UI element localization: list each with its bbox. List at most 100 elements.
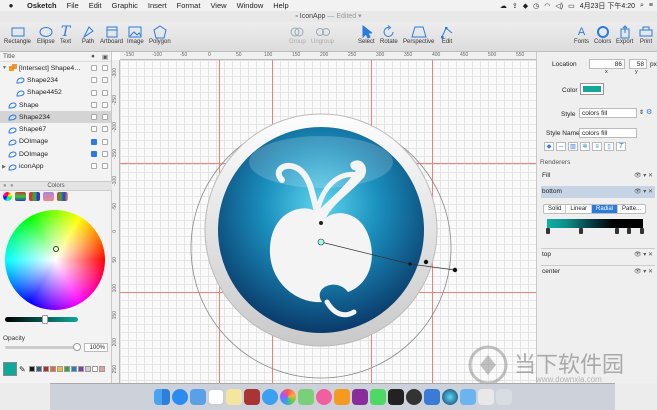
perspective-tool[interactable]: Perspective [403,24,434,45]
color-swatch[interactable] [29,366,35,372]
visibility-checkbox[interactable] [91,114,97,121]
gradient-stop[interactable] [627,228,631,234]
dictionary-icon[interactable] [243,389,260,405]
select-tool[interactable]: Select [358,24,375,45]
visibility-checkbox[interactable] [91,126,97,133]
menubar-datetime[interactable]: 4月23日 下午4:20 [580,1,635,11]
layer-row[interactable]: DOImage [0,136,111,148]
image-tool[interactable]: Image [127,24,144,45]
lock-checkbox[interactable] [102,163,108,170]
menu-format[interactable]: Format [172,1,206,10]
fill-style-icon[interactable]: ◆ [544,142,554,151]
corner-style-icon[interactable]: ▯ [604,142,614,151]
group-button[interactable]: Group [289,24,306,45]
polygon-tool[interactable]: Polygon [149,24,171,45]
layer-row[interactable]: Shape67 [0,123,111,135]
brightness-slider-knob[interactable] [42,315,49,324]
color-swatch[interactable] [99,366,105,372]
image-palettes-mode-icon[interactable] [43,192,54,201]
clock-icon[interactable]: ◷ [533,2,539,10]
ungroup-button[interactable]: Ungroup [311,24,334,45]
wifi-icon[interactable]: ◠ [544,2,550,10]
gradient-center-handle[interactable] [317,238,325,246]
menu-insert[interactable]: Insert [143,1,172,10]
gradient-stop[interactable] [579,228,583,234]
finder-icon[interactable] [153,389,170,405]
visibility-checkbox[interactable] [91,101,97,108]
lock-checkbox[interactable] [102,114,108,121]
style-name-input[interactable]: colors fill [579,128,637,138]
mail-icon[interactable] [189,389,206,405]
folder-icon[interactable] [459,389,476,405]
stroke-style-icon[interactable]: ─ [556,142,566,151]
osketch-icon[interactable] [441,389,458,405]
search-icon[interactable]: ⌕ [640,2,644,10]
chevron-updown-icon[interactable]: ⇕ [639,109,644,116]
gradient-bar[interactable] [547,219,643,228]
renderer-bottom[interactable]: bottom 👁 ▾ ✕ [541,186,655,198]
layer-row[interactable]: ▼ [Intersect] Shape4… [0,62,111,74]
terminal-icon[interactable] [387,389,404,405]
layer-row[interactable]: Shape234 [0,74,111,86]
gear-icon[interactable]: ⚙ [646,108,652,116]
color-swatch[interactable] [71,366,77,372]
upload-icon[interactable]: ⇪ [512,2,518,10]
color-swatch[interactable] [36,366,42,372]
close-icon[interactable]: ● [3,182,7,191]
renderer-fill[interactable]: Fill 👁 ▾ ✕ [541,170,655,182]
shadow-style-icon[interactable]: ▨ [568,142,578,151]
lock-checkbox[interactable] [102,89,108,96]
visibility-checkbox[interactable] [91,163,97,170]
edited-status[interactable]: — Edited ▾ [327,13,361,20]
color-swatch[interactable] [50,366,56,372]
apple-menu-icon[interactable]: ● [0,1,22,10]
eye-icon[interactable]: ● [91,53,95,60]
cloud-icon[interactable]: ☁ [500,2,507,10]
visibility-checkbox[interactable] [91,65,97,71]
path-tool[interactable]: Path [81,24,95,45]
color-well[interactable] [580,83,604,95]
artboard-tool[interactable]: Artboard [100,24,123,45]
style-dropdown[interactable]: colors fill [579,108,637,118]
notification-icon[interactable]: ≡ [649,2,653,9]
app-icon-artwork[interactable] [112,52,536,383]
color-swatch[interactable] [43,366,49,372]
opacity-slider[interactable] [5,343,81,351]
color-swatch[interactable] [57,366,63,372]
gradient-focus-handle[interactable] [319,221,323,225]
ibooks-icon[interactable] [333,389,350,405]
menu-view[interactable]: View [205,1,231,10]
visibility-checkbox[interactable] [91,89,97,96]
onenote-icon[interactable] [351,389,368,405]
edit-tool[interactable]: Edit [440,24,454,45]
renderer-top[interactable]: top 👁 ▾ ✕ [541,248,655,260]
gradient-end-handle[interactable] [452,267,458,273]
menu-app[interactable]: Osketch [22,1,62,10]
effect-style-icon[interactable]: ✲ [580,142,590,151]
color-palettes-mode-icon[interactable] [29,192,40,201]
color-swatch[interactable] [92,366,98,372]
current-color-swatch[interactable] [3,362,17,376]
xcode-icon[interactable] [423,389,440,405]
volume-icon[interactable]: ◁) [555,2,563,10]
menu-edit[interactable]: Edit [84,1,107,10]
calendar-icon[interactable] [207,389,224,405]
lock-checkbox[interactable] [102,65,108,71]
menu-window[interactable]: Window [232,1,269,10]
colors-button[interactable]: Colors [594,24,611,45]
renderer-tools-icon[interactable]: 👁 ▾ ✕ [634,266,653,278]
layer-row[interactable]: Shape234 [0,111,111,124]
minimize-icon[interactable]: ● [10,182,14,191]
tab-radial[interactable]: Radial [592,205,619,213]
lock-checkbox[interactable] [102,138,108,145]
color-swatch[interactable] [78,366,84,372]
text-tool[interactable]: T Text [60,24,71,46]
renderer-tools-icon[interactable]: 👁 ▾ ✕ [634,249,653,261]
safari-icon[interactable] [261,389,278,405]
photos-icon[interactable] [279,389,296,405]
menu-file[interactable]: File [62,1,84,10]
color-wheel-mode-icon[interactable] [3,192,12,201]
tab-pattern[interactable]: Patte... [618,205,645,213]
crayons-mode-icon[interactable] [57,192,68,201]
layer-row[interactable]: ▶ iconApp [0,160,111,172]
